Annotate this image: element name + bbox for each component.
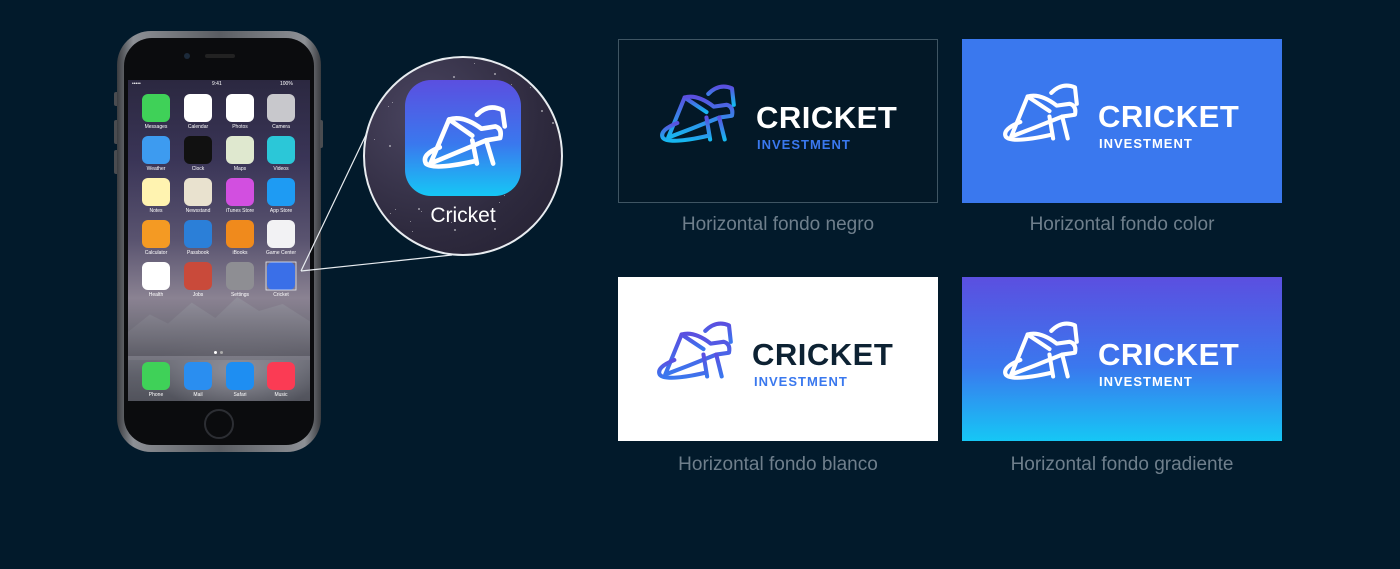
star-dot xyxy=(399,67,401,69)
star-dot xyxy=(540,109,543,112)
star-dot xyxy=(411,231,413,233)
app-icon-zoom: Cricket xyxy=(363,56,563,256)
star-dot xyxy=(391,101,393,103)
cricket-logo-icon xyxy=(657,321,733,380)
cricket-logo-icon xyxy=(422,105,508,169)
brand-name: CRICKET xyxy=(1098,99,1240,134)
star-dot xyxy=(453,75,456,78)
cricket-app-icon xyxy=(405,80,521,196)
star-dot xyxy=(473,62,475,64)
brand-tagline: INVESTMENT xyxy=(754,374,848,389)
brand-tagline: INVESTMENT xyxy=(1099,374,1193,389)
star-dot xyxy=(387,105,389,107)
cricket-logo-icon xyxy=(1003,83,1079,142)
cricket-logo-icon xyxy=(1003,321,1079,380)
star-dot xyxy=(552,121,555,124)
brand-tagline: INVESTMENT xyxy=(1099,136,1193,151)
logo-card-white: CRICKET INVESTMENT xyxy=(618,277,938,441)
caption-black: Horizontal fondo negro xyxy=(681,214,875,235)
brand-name: CRICKET xyxy=(1098,337,1240,372)
star-dot xyxy=(382,252,384,254)
star-dot xyxy=(454,228,457,231)
brand-name: CRICKET xyxy=(752,337,894,372)
caption-white: Horizontal fondo blanco xyxy=(678,454,878,475)
star-dot xyxy=(494,228,497,231)
star-dot xyxy=(380,239,383,242)
brand-tagline: INVESTMENT xyxy=(757,137,851,152)
logo-card-gradient: CRICKET INVESTMENT xyxy=(962,277,1282,441)
app-icon-label: Cricket xyxy=(430,204,496,227)
caption-gradient: Horizontal fondo gradiente xyxy=(1010,454,1234,475)
logo-card-black: CRICKET INVESTMENT xyxy=(618,39,938,203)
caption-color: Horizontal fondo color xyxy=(1029,214,1215,235)
logo-card-color: CRICKET INVESTMENT xyxy=(962,39,1282,203)
star-dot xyxy=(388,145,391,148)
brand-name: CRICKET xyxy=(756,100,898,135)
star-dot xyxy=(530,86,532,88)
star-dot xyxy=(366,128,369,131)
star-dot xyxy=(493,73,496,75)
cricket-logo-icon xyxy=(660,84,736,143)
star-dot xyxy=(374,138,376,140)
